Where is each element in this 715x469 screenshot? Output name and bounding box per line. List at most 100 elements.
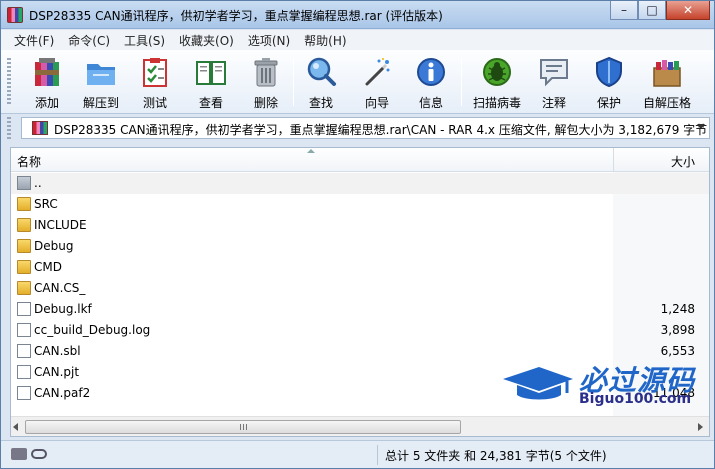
extract-to-button[interactable]: 解压到: [77, 54, 125, 112]
delete-button[interactable]: 删除: [242, 54, 290, 112]
winrar-window: DSP28335 CAN通讯程序，供初学者学习，重点掌握编程思想.rar (评估…: [0, 0, 715, 469]
graduation-cap-icon: [503, 367, 573, 400]
file-icon: [17, 344, 31, 358]
file-size: 3,898: [660, 323, 695, 337]
menu-tools[interactable]: 工具(S): [117, 32, 172, 49]
list-item[interactable]: cc_build_Debug.log 3,898: [11, 320, 709, 341]
file-icon: [17, 386, 31, 400]
winrar-app-icon: [7, 7, 23, 23]
archive-path-text: DSP28335 CAN通讯程序，供初学者学习，重点掌握编程思想.rar\CAN…: [54, 123, 708, 137]
find-button-label: 查找: [308, 96, 333, 110]
comment-button-label: 注释: [541, 96, 566, 110]
key-icon[interactable]: [31, 449, 47, 459]
folder-icon: [17, 281, 31, 295]
sfx-button-label: 自解压格: [642, 96, 691, 110]
close-button[interactable]: ✕: [666, 1, 710, 20]
test-button[interactable]: 测试: [131, 54, 179, 112]
menu-options[interactable]: 选项(N): [241, 32, 297, 49]
folder-icon: [17, 197, 31, 211]
list-item[interactable]: Debug: [11, 236, 709, 257]
file-name: Debug: [34, 239, 74, 253]
list-item[interactable]: CMD: [11, 257, 709, 278]
folder-icon: [17, 239, 31, 253]
extract-folder-icon: [87, 64, 115, 85]
info-button[interactable]: 信息: [407, 54, 455, 112]
add-button-label: 添加: [34, 96, 59, 110]
column-divider[interactable]: [613, 148, 614, 172]
menu-bar: 文件(F) 命令(C) 工具(S) 收藏夹(O) 选项(N) 帮助(H): [1, 30, 714, 50]
maximize-button[interactable]: □: [638, 1, 666, 20]
file-name: INCLUDE: [34, 218, 87, 232]
file-name: CAN.sbl: [34, 344, 81, 358]
file-size: 6,553: [660, 344, 695, 358]
file-name: CAN.paf2: [34, 386, 91, 400]
status-bar: 总计 5 文件夹 和 24,381 字节(5 个文件): [1, 440, 714, 468]
test-checklist-icon: [143, 58, 167, 87]
extract-to-button-label: 解压到: [82, 96, 119, 110]
file-name: CAN.pjt: [34, 365, 80, 379]
toolbar-grip[interactable]: [7, 58, 11, 106]
watermark-logo: 必过源码 Biguo100.com: [501, 357, 711, 413]
folder-icon: [17, 260, 31, 274]
menu-commands[interactable]: 命令(C): [61, 32, 117, 49]
archive-path-bar[interactable]: DSP28335 CAN通讯程序，供初学者学习，重点掌握编程思想.rar\CAN…: [21, 117, 710, 139]
scan-virus-button-label: 扫描病毒: [472, 96, 521, 110]
list-item[interactable]: INCLUDE: [11, 215, 709, 236]
list-item[interactable]: Debug.lkf 1,248: [11, 299, 709, 320]
parent-folder-icon: [17, 176, 31, 190]
horizontal-scrollbar[interactable]: [11, 416, 709, 436]
scrollbar-grip-icon: [240, 424, 248, 430]
window-title: DSP28335 CAN通讯程序，供初学者学习，重点掌握编程思想.rar (评估…: [29, 9, 443, 23]
scan-virus-button[interactable]: 扫描病毒: [473, 54, 521, 112]
add-button[interactable]: 添加: [23, 54, 71, 112]
sort-indicator-icon: [307, 149, 315, 153]
scroll-left-icon[interactable]: [13, 423, 18, 431]
menu-favorites[interactable]: 收藏夹(O): [172, 32, 241, 49]
file-icon: [17, 302, 31, 316]
column-size-header[interactable]: 大小: [671, 153, 695, 170]
column-header: 名称 大小: [11, 148, 709, 172]
file-size: 1,248: [660, 302, 695, 316]
trash-icon: [254, 58, 278, 87]
column-name-header[interactable]: 名称: [17, 153, 41, 170]
file-name: cc_build_Debug.log: [34, 323, 151, 337]
list-item[interactable]: CAN.CS_: [11, 278, 709, 299]
chevron-down-icon[interactable]: [697, 124, 705, 129]
info-icon: [417, 58, 445, 86]
drive-icon[interactable]: [11, 448, 27, 460]
magnifier-icon: [307, 57, 336, 86]
wizard-button[interactable]: 向导: [353, 54, 401, 112]
file-name: CMD: [34, 260, 62, 274]
toolbar: 添加 解压到 测试 查看 删除 查找 向导 信息 扫描病毒 注释 保护 自解压格: [1, 50, 714, 114]
file-name: CAN.CS_: [34, 281, 86, 295]
info-button-label: 信息: [418, 96, 443, 110]
protect-button[interactable]: 保护: [585, 54, 633, 112]
menu-help[interactable]: 帮助(H): [297, 32, 353, 49]
comment-button[interactable]: 注释: [530, 54, 578, 112]
toolbar-separator: [461, 58, 462, 106]
list-item[interactable]: ..: [11, 173, 709, 194]
scroll-right-icon[interactable]: [698, 423, 703, 431]
file-icon: [17, 365, 31, 379]
status-summary: 总计 5 文件夹 和 24,381 字节(5 个文件): [385, 449, 607, 463]
test-button-label: 测试: [142, 96, 167, 110]
wizard-wand-icon: [365, 58, 390, 86]
view-button[interactable]: 查看: [187, 54, 235, 112]
path-toolbar-grip[interactable]: [7, 117, 11, 139]
menu-file[interactable]: 文件(F): [7, 32, 61, 49]
list-item[interactable]: SRC: [11, 194, 709, 215]
file-name: ..: [34, 176, 42, 190]
file-name: SRC: [34, 197, 58, 211]
find-button[interactable]: 查找: [297, 54, 345, 112]
sfx-button[interactable]: 自解压格: [643, 54, 691, 112]
title-bar[interactable]: DSP28335 CAN通讯程序，供初学者学习，重点掌握编程思想.rar (评估…: [1, 1, 714, 29]
view-book-icon: [196, 61, 226, 85]
minimize-button[interactable]: –: [610, 1, 638, 20]
scrollbar-thumb[interactable]: [25, 420, 461, 434]
comment-icon: [540, 59, 568, 87]
wizard-button-label: 向导: [364, 96, 389, 110]
status-separator: [377, 445, 378, 465]
watermark-url: Biguo100.com: [579, 391, 692, 407]
archive-icon: [32, 121, 48, 135]
shield-icon: [596, 56, 622, 88]
